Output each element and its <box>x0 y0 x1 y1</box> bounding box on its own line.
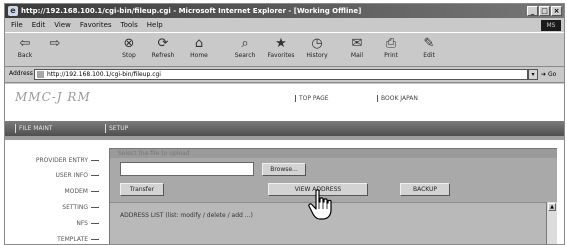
back-arrow-icon: ⇦ <box>19 36 31 51</box>
panel-caption-bar: Select the file to upload <box>110 149 557 158</box>
address-dropdown-button[interactable]: ▾ <box>528 69 538 80</box>
top-page-link[interactable]: TOP PAGE <box>295 95 329 102</box>
menu-bar: File Edit View Favorites Tools Help <box>5 19 564 31</box>
nav-separator <box>15 124 16 133</box>
forward-arrow-icon: ⇨ <box>49 36 61 51</box>
scroll-up-arrow-icon[interactable]: ▲ <box>548 203 556 211</box>
page-icon <box>37 71 44 78</box>
menu-view[interactable]: View <box>54 21 71 29</box>
forward-button[interactable]: ⇨ <box>41 36 69 51</box>
nav-separator <box>105 124 106 133</box>
mail-button[interactable]: ✉ Mail <box>343 36 371 60</box>
ie-logo-icon: e <box>8 6 18 16</box>
go-label: Go <box>547 71 557 78</box>
site-header: MMC-J RM TOP PAGE BOOK JAPAN <box>5 84 564 113</box>
history-icon: ◷ <box>311 36 323 51</box>
menu-file[interactable]: File <box>11 21 23 29</box>
search-icon: ⌕ <box>241 36 249 51</box>
sidebar-item-template[interactable]: TEMPLATE <box>57 236 99 243</box>
title-bar: e http://192.168.100.1/cgi-bin/fileup.cg… <box>5 4 564 18</box>
maximize-button[interactable]: □ <box>539 6 550 16</box>
address-list-label: ADDRESS LIST (list: modify / delete / ad… <box>120 212 253 219</box>
menu-favorites[interactable]: Favorites <box>80 21 112 29</box>
address-value: http://192.168.100.1/cgi-bin/fileup.cgi <box>47 71 161 78</box>
panel-caption: Select the file to upload <box>118 150 190 157</box>
toolbar: ⇦ Back ⇨ ⊗ Stop ⟳ Refresh ⌂ Home ⌕ Search ★ Fa… <box>5 32 564 67</box>
file-path-input[interactable] <box>120 162 254 176</box>
nav-file-maint[interactable]: FILE MAINT <box>19 125 52 132</box>
list-scrollbar[interactable]: ▲ <box>546 202 557 244</box>
address-label: Address <box>9 70 33 77</box>
favorites-button[interactable]: ★ Favorites <box>267 36 295 60</box>
sidebar: PROVIDER ENTRY USER INFO MODEM SETTING N… <box>5 146 105 244</box>
header-spacer <box>5 112 564 120</box>
minimize-button[interactable]: _ <box>527 6 538 16</box>
close-button[interactable]: × <box>551 6 562 16</box>
book-japan-link[interactable]: BOOK JAPAN <box>377 95 418 102</box>
menu-help[interactable]: Help <box>147 21 163 29</box>
menu-tools[interactable]: Tools <box>121 21 138 29</box>
print-icon: ⎙ <box>385 36 397 51</box>
sidebar-item-nfs[interactable]: NFS <box>76 220 99 227</box>
hand-pointer-icon <box>308 189 332 220</box>
history-button[interactable]: ◷ History <box>303 36 331 60</box>
sidebar-item-provider-entry[interactable]: PROVIDER ENTRY <box>36 157 99 164</box>
edit-icon: ✎ <box>423 36 435 51</box>
go-button[interactable]: ➔ Go <box>541 69 556 80</box>
browser-window: e http://192.168.100.1/cgi-bin/fileup.cg… <box>4 3 565 245</box>
stop-button[interactable]: ⊗ Stop <box>115 36 143 60</box>
refresh-button[interactable]: ⟳ Refresh <box>149 36 177 60</box>
search-button[interactable]: ⌕ Search <box>231 36 259 60</box>
back-button[interactable]: ⇦ Back <box>11 36 39 60</box>
backup-button[interactable]: BACKUP <box>400 183 450 196</box>
nav-bar: FILE MAINT SETUP <box>5 121 564 136</box>
address-bar: Address http://192.168.100.1/cgi-bin/fil… <box>5 67 564 83</box>
nav-setup[interactable]: SETUP <box>109 125 128 132</box>
window-controls: _ □ × <box>527 6 562 16</box>
favorites-icon: ★ <box>275 36 287 51</box>
mail-icon: ✉ <box>351 36 363 51</box>
home-button[interactable]: ⌂ Home <box>185 36 213 60</box>
window-title: http://192.168.100.1/cgi-bin/fileup.cgi … <box>21 7 362 15</box>
address-input[interactable]: http://192.168.100.1/cgi-bin/fileup.cgi <box>34 69 528 80</box>
sidebar-item-user-info[interactable]: USER INFO <box>56 172 99 179</box>
windows-logo-icon: MS <box>541 20 561 31</box>
page-content: MMC-J RM TOP PAGE BOOK JAPAN FILE MAINT … <box>5 84 564 244</box>
menu-edit[interactable]: Edit <box>32 21 46 29</box>
edit-button[interactable]: ✎ Edit <box>415 36 443 60</box>
site-logo: MMC-J RM <box>15 90 91 104</box>
home-icon: ⌂ <box>194 36 204 51</box>
transfer-button[interactable]: Transfer <box>120 183 164 196</box>
browse-button[interactable]: Browse... <box>262 163 306 176</box>
stop-icon: ⊗ <box>123 36 135 51</box>
refresh-icon: ⟳ <box>157 36 169 51</box>
sidebar-item-modem[interactable]: MODEM <box>65 188 99 195</box>
nav-underline <box>5 136 564 140</box>
sidebar-item-setting[interactable]: SETTING <box>62 204 99 211</box>
print-button[interactable]: ⎙ Print <box>377 36 405 60</box>
